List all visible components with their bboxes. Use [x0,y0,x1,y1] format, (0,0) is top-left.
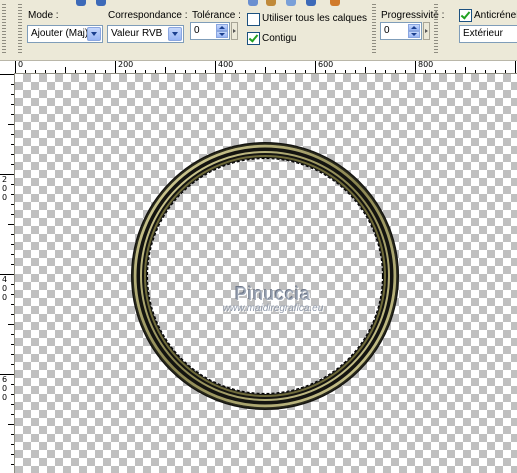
tolerance-slider-popout[interactable] [231,22,238,40]
ring-frame-image [131,142,399,410]
ruler-label: 200 [118,60,134,69]
tolerance-label: Tolérance : [192,10,241,21]
mode-value: Ajouter (Maj) [31,28,87,39]
antialias-value: Extérieur [463,28,504,39]
ruler-label: 0 [18,60,24,69]
toolbar-grip[interactable] [2,4,6,54]
contiguous-label: Contigu [262,33,297,44]
toolbar-grip[interactable] [18,4,22,54]
chevron-down-icon[interactable] [168,27,182,41]
toolbar-icon[interactable] [266,0,276,6]
contiguous-checkbox[interactable] [247,32,260,45]
ruler-label: 400 [218,60,234,69]
antialias-label: Anticrénela [474,10,517,21]
ruler-label: 2 [2,175,8,184]
spin-down-icon[interactable] [408,31,420,38]
progressivite-value: 0 [384,25,390,36]
ruler-label: 800 [418,60,434,69]
progressivite-spinbox[interactable]: 0 [380,22,422,40]
correspondance-dropdown[interactable]: Valeur RVB [107,25,184,43]
toolbar-grip[interactable] [434,4,438,54]
antialias-dropdown[interactable]: Extérieur [459,25,517,43]
chevron-down-icon[interactable] [87,27,101,41]
vertical-ruler: 2 0 0 4 0 0 6 0 0 [0,73,15,473]
image-canvas[interactable]: Pinuccia www.maidiregrafica.eu [15,74,517,473]
selection-ring [131,142,399,410]
ruler-label: 6 [2,375,8,384]
toolbar-icon[interactable] [330,0,340,6]
ruler-label: 0 [2,284,8,293]
antialias-checkbox[interactable] [459,9,472,22]
spin-up-icon[interactable] [408,24,420,31]
ruler-label: 600 [318,60,334,69]
horizontal-ruler-ticks [15,61,516,73]
vertical-ruler-ticks [0,74,14,465]
ruler-label: 0 [2,184,8,193]
toolbar-icon[interactable] [248,0,258,6]
spin-down-icon[interactable] [216,31,228,38]
toolbar-icon[interactable] [306,0,316,6]
ruler-label: 0 [2,193,8,202]
mode-label: Mode : [28,10,59,21]
horizontal-ruler: 0 200 400 600 800 [0,60,517,74]
ruler-label: 0 [2,293,8,302]
tolerance-spinbox[interactable]: 0 [190,22,230,40]
ruler-label: 0 [2,384,8,393]
mode-dropdown[interactable]: Ajouter (Maj) [27,25,103,43]
all-layers-checkbox[interactable] [247,13,260,26]
toolbar-icon[interactable] [96,0,106,6]
top-icon-strip [0,0,517,6]
ruler-label: 0 [2,393,8,402]
ruler-label: 4 [2,275,8,284]
spin-up-icon[interactable] [216,24,228,31]
toolbar-icon[interactable] [286,0,296,6]
toolbar-icon[interactable] [76,0,86,6]
tolerance-value: 0 [194,25,200,36]
correspondance-label: Correspondance : [108,10,188,21]
tool-options-toolbar: Mode : Ajouter (Maj) Correspondance : Va… [0,0,517,61]
progressivite-slider-popout[interactable] [423,22,430,40]
correspondance-value: Valeur RVB [111,28,163,39]
all-layers-label: Utiliser tous les calques [262,13,368,24]
toolbar-grip[interactable] [372,4,376,54]
